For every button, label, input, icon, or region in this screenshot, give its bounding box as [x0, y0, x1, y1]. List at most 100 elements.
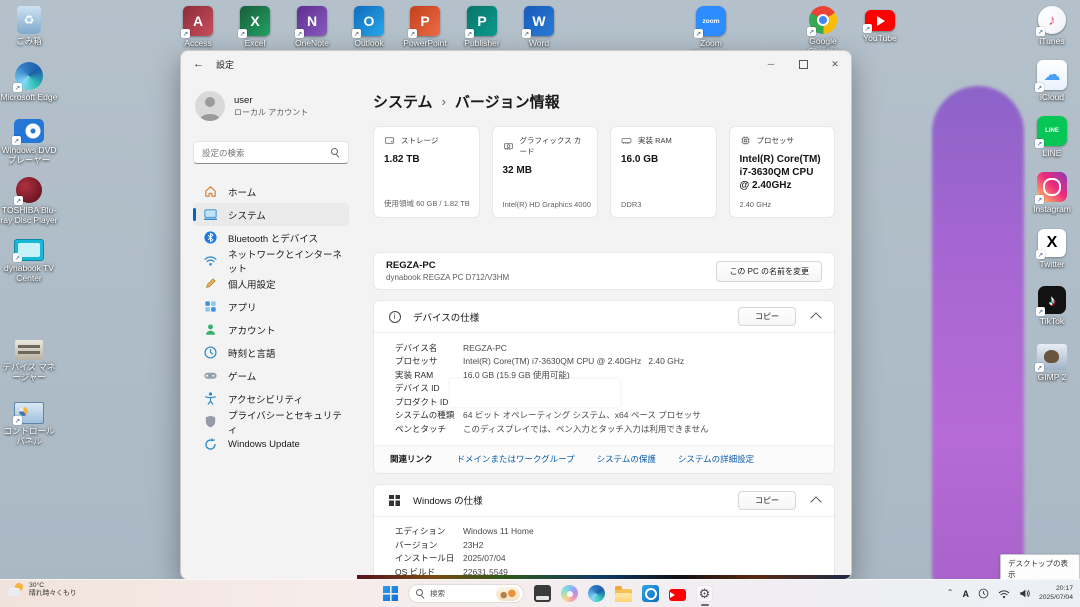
copilot-icon[interactable]	[561, 585, 578, 602]
outlook-icon	[354, 6, 384, 36]
related-links-label: 関連リンク	[390, 453, 433, 465]
file-explorer-icon[interactable]	[615, 589, 632, 602]
link-domain-workgroup[interactable]: ドメインまたはワークグループ	[457, 453, 575, 465]
desktop-icon-line[interactable]: LINE	[1023, 116, 1080, 159]
desktop-icon-label: dynabook TV Center	[0, 264, 58, 284]
taskbar-app-icon[interactable]	[534, 585, 551, 602]
wifi-icon[interactable]	[998, 589, 1010, 599]
desktop-icon-toshiba-bluray[interactable]: TOSHIBA Blu-ray Disc Player	[0, 175, 58, 226]
dvd-player-icon	[14, 119, 44, 143]
chrome-icon	[809, 6, 837, 34]
desktop-icon-recycle-bin[interactable]: ごみ箱	[0, 6, 58, 47]
desktop-icon-access[interactable]: Access	[169, 6, 227, 49]
link-system-protection[interactable]: システムの保護	[597, 453, 656, 465]
device-spec-header[interactable]: i デバイスの仕様 コピー	[374, 301, 834, 333]
taskbar-search-label: 検索	[430, 588, 491, 599]
recycle-bin-icon	[17, 6, 41, 34]
volume-icon[interactable]	[1019, 588, 1030, 599]
close-button[interactable]: ✕	[819, 51, 851, 77]
edge-icon[interactable]	[588, 585, 605, 602]
spec-row: プロセッサIntel(R) Core(TM) i7-3630QM CPU @ 2…	[395, 355, 834, 369]
desktop-icon-label: コントロール パネル	[0, 427, 58, 447]
sidebar-item-apps[interactable]: アプリ	[193, 295, 349, 318]
sidebar-item-home[interactable]: ホーム	[193, 180, 349, 203]
desktop-icon-edge[interactable]: Microsoft Edge	[0, 62, 58, 103]
card-label: ストレージ	[401, 135, 438, 146]
search-box-image	[496, 587, 520, 601]
desktop-icon-excel[interactable]: Excel	[226, 6, 284, 49]
copy-button[interactable]: コピー	[738, 307, 796, 326]
rename-pc-button[interactable]: この PC の名前を変更	[716, 261, 822, 282]
shortcut-arrow-icon	[1036, 307, 1045, 316]
desktop-icon-device-manager[interactable]: デバイス マネージャー	[0, 334, 58, 383]
desktop-icon-youtube[interactable]: YouTube	[851, 6, 909, 44]
desktop-icon-instagram[interactable]: Instagram	[1023, 172, 1080, 215]
desktop-icon-tv-center[interactable]: dynabook TV Center	[0, 232, 58, 284]
desktop-icon-label: デバイス マネージャー	[0, 363, 58, 383]
link-advanced-system-settings[interactable]: システムの詳細設定	[678, 453, 754, 465]
publisher-icon	[467, 6, 497, 36]
chevron-up-icon[interactable]	[810, 496, 821, 507]
taskbar-weather-widget[interactable]: 30°C 晴れ時々くもり	[7, 582, 77, 599]
desktop-icon-onenote[interactable]: OneNote	[283, 6, 341, 49]
desktop-icon-control-panel[interactable]: コントロール パネル	[0, 396, 58, 447]
system-icon	[203, 207, 218, 222]
sidebar-item-windows-update[interactable]: Windows Update	[193, 433, 349, 456]
minimize-button[interactable]: ─	[755, 51, 787, 77]
start-button[interactable]	[383, 586, 398, 601]
control-panel-icon	[14, 402, 44, 424]
settings-search-input[interactable]: 設定の検索	[193, 141, 349, 164]
sidebar-item-system[interactable]: システム	[193, 203, 349, 226]
search-icon	[416, 589, 425, 598]
sidebar-item-privacy-security[interactable]: プライバシーとセキュリティ	[193, 410, 349, 433]
desktop-icon-icloud[interactable]: iCloud	[1023, 60, 1080, 103]
sidebar-item-time-language[interactable]: 時刻と言語	[193, 341, 349, 364]
desktop-icon-publisher[interactable]: Publisher	[453, 6, 511, 49]
sidebar-item-personalization[interactable]: 個人用設定	[193, 272, 349, 295]
taskbar-search-box[interactable]: 検索	[408, 584, 524, 603]
sidebar-item-label: アプリ	[228, 300, 257, 314]
desktop-icon-word[interactable]: Word	[510, 6, 568, 49]
window-titlebar[interactable]: ← 設定 ─ ✕	[181, 51, 851, 77]
tray-clock-icon[interactable]	[978, 588, 989, 599]
account-name: user	[234, 95, 308, 106]
hidden-icons-chevron[interactable]: ⌃	[947, 588, 954, 597]
home-icon	[203, 184, 218, 199]
gpu-icon	[503, 141, 514, 152]
sidebar-item-network-internet[interactable]: ネットワークとインターネット	[193, 249, 349, 272]
maximize-button[interactable]	[787, 51, 819, 77]
windows-spec-header[interactable]: Windows の仕様 コピー	[374, 485, 834, 517]
desktop-icon-powerpoint[interactable]: PowerPoint	[396, 6, 454, 49]
desktop-icon-dvd-player[interactable]: Windows DVDプレーヤー	[0, 116, 58, 166]
desktop-icon-google-chrome[interactable]: Google Chrome	[794, 6, 852, 57]
desktop-icon-tiktok[interactable]: TikTok	[1023, 286, 1080, 327]
twitter-x-icon	[1038, 229, 1066, 257]
desktop-icon-label: Access	[184, 39, 211, 49]
sidebar-item-label: アカウント	[228, 323, 276, 337]
desktop-icon-outlook[interactable]: Outlook	[340, 6, 398, 49]
ime-indicator[interactable]: A	[962, 589, 969, 599]
sidebar-item-accounts[interactable]: アカウント	[193, 318, 349, 341]
desktop-icon-gimp[interactable]: GIMP 2	[1023, 342, 1080, 383]
tray-date: 2025/07/04	[1039, 594, 1073, 603]
breadcrumb-parent[interactable]: システム	[373, 91, 433, 112]
apps-grid-icon	[203, 299, 218, 314]
sidebar-item-gaming[interactable]: ゲーム	[193, 364, 349, 387]
desktop-icon-twitter[interactable]: Twitter	[1023, 229, 1080, 270]
account-block[interactable]: user ローカル アカウント	[195, 91, 349, 121]
window-title: 設定	[216, 58, 234, 71]
clock-icon	[203, 345, 218, 360]
desktop-icon-itunes[interactable]: iTunes	[1023, 6, 1080, 47]
settings-gear-icon[interactable]: ⚙	[696, 585, 713, 602]
taskbar-clock[interactable]: 20:17 2025/07/04	[1039, 585, 1073, 603]
youtube-icon[interactable]	[669, 589, 686, 601]
outlook-icon[interactable]	[642, 585, 659, 602]
card-label: グラフィックス カード	[520, 135, 588, 157]
zoom-icon	[696, 6, 726, 36]
back-icon[interactable]: ←	[193, 58, 204, 70]
desktop-icon-label: GIMP 2	[1038, 373, 1067, 383]
desktop-icon-label: TikTok	[1040, 317, 1064, 327]
copy-button[interactable]: コピー	[738, 491, 796, 510]
shortcut-arrow-icon	[1035, 83, 1044, 92]
chevron-up-icon[interactable]	[810, 312, 821, 323]
